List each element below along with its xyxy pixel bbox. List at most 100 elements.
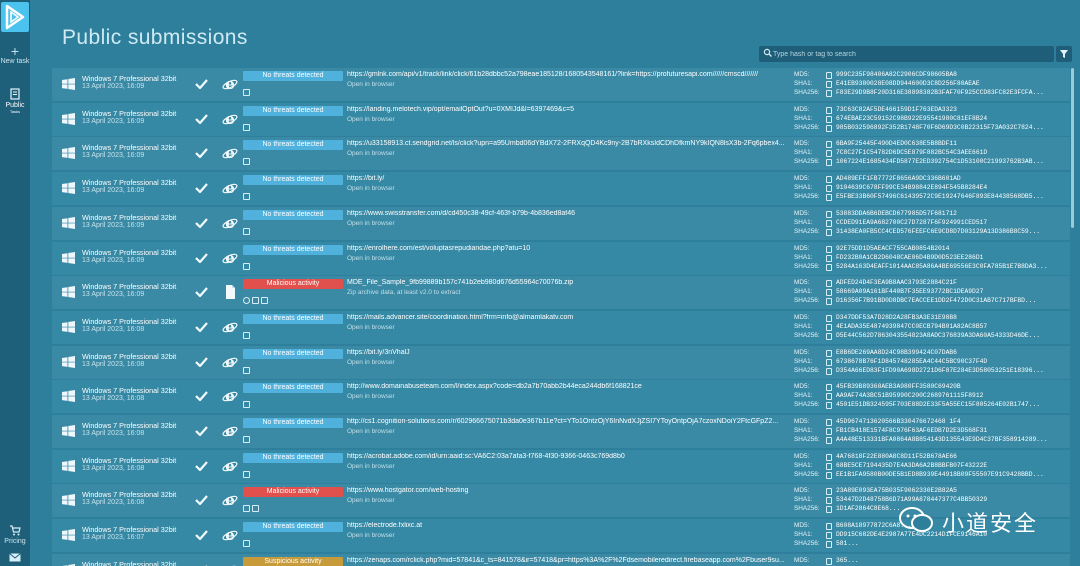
copy-icon[interactable] [826,210,832,218]
submission-target[interactable]: https://www.swisstransfer.com/d/cd450c38… [347,210,787,217]
copy-icon[interactable] [826,90,832,97]
windows-icon [62,320,75,333]
submission-row[interactable]: Windows 7 Professional 32bit13 April 202… [52,137,1070,171]
copy-icon[interactable] [826,332,832,340]
submission-target[interactable]: https://bit.ly/ [347,175,787,182]
copy-icon[interactable] [826,228,832,236]
submission-date: 13 April 2023, 16:08 [82,325,145,333]
submission-target[interactable]: https://bit.ly/3nVhalJ [347,349,787,356]
copy-icon[interactable] [826,194,832,202]
submission-target[interactable]: https://gmlnk.com/api/v1/track/link/clic… [347,71,787,78]
sha1-label: SHA1: [794,496,813,504]
copy-icon[interactable] [826,219,832,227]
submission-target[interactable]: https://u33158913.ct.sendgrid.net/ls/cli… [347,140,787,147]
copy-icon[interactable] [826,402,832,410]
copy-icon[interactable] [826,349,832,357]
submission-target[interactable]: https://landing.melotech.vip/opt/emailOp… [347,106,787,113]
copy-icon[interactable] [826,497,832,505]
sha256-label: SHA256: [794,262,820,270]
plus-icon: + [10,43,20,59]
copy-icon[interactable] [826,384,832,392]
submission-target[interactable]: http://www.domainabuseteam.com/l/index.a… [347,383,787,390]
copy-icon[interactable] [826,532,832,540]
copy-icon[interactable] [826,124,832,132]
copy-icon[interactable] [826,419,832,426]
copy-icon[interactable] [826,150,832,158]
submission-row[interactable]: Windows 7 Professional 32bit13 April 202… [52,553,1070,566]
submission-row[interactable]: Windows 7 Professional 32bit13 April 202… [52,241,1070,275]
copy-icon[interactable] [826,254,832,262]
copy-icon[interactable] [826,280,832,288]
submission-target[interactable]: https://zenaps.com/rclick.php?mid=57841&… [347,557,787,564]
copy-icon[interactable] [826,72,832,79]
submission-target[interactable]: https://acrobat.adobe.com/id/urn:aaid:sc… [347,453,787,460]
sha256-line: SHA256: F83E29D9B8F20D316E38898382B3FAF70… [794,89,1070,98]
submission-row[interactable]: Windows 7 Professional 32bit13 April 202… [52,345,1070,379]
file-icon [226,285,235,300]
sha1-value: 4E1ADA35E4874939847CC0ECB794B01A82AC8B57 [836,322,988,330]
copy-icon[interactable] [826,141,832,149]
copy-icon[interactable] [826,263,832,271]
submission-target[interactable]: https://www.hostgator.com/web-hosting [347,487,787,494]
md5-line: MD5: AD489EFF1FB7772F8656A9DC336B601AD [794,175,1070,184]
copy-icon[interactable] [826,358,832,366]
checkmark-icon [195,113,208,124]
svg-text:e: e [225,180,235,196]
copy-icon[interactable] [826,523,832,531]
copy-icon[interactable] [826,471,832,479]
copy-icon[interactable] [826,115,832,123]
os-label: Windows 7 Professional 32bit [82,525,177,535]
copy-icon[interactable] [826,245,832,253]
submission-target[interactable]: https://electrode.fxlixc.at [347,522,787,529]
copy-icon[interactable] [826,541,832,549]
app-logo[interactable] [1,2,29,32]
copy-icon[interactable] [826,176,832,184]
copy-icon[interactable] [826,437,832,444]
copy-icon[interactable] [826,506,832,514]
submission-row[interactable]: Windows 7 Professional 32bit13 April 202… [52,68,1070,101]
copy-icon[interactable] [826,462,832,470]
list-scrollbar[interactable] [1071,68,1074,228]
submission-row[interactable]: Windows 7 Professional 32bit13 April 202… [52,449,1070,483]
doc-tag-icon [243,366,250,374]
copy-icon[interactable] [826,298,832,306]
submission-row[interactable]: Windows 7 Professional 32bit13 April 202… [52,380,1070,414]
copy-icon[interactable] [826,314,832,322]
submission-row[interactable]: Windows 7 Professional 32bit13 April 202… [52,206,1070,240]
copy-icon[interactable] [826,428,832,435]
submission-target[interactable]: https://mails.advancer.site/coordination… [347,314,787,321]
mail-button[interactable] [0,550,30,564]
submission-row[interactable]: Windows 7 Professional 32bit13 April 202… [52,172,1070,206]
new-task-button[interactable]: + New task [0,44,30,65]
os-label: Windows 7 Professional 32bit [82,178,177,188]
copy-icon[interactable] [826,557,832,565]
sha1-line: SHA1: 7C8C27F1C54782D6DC5E879F882BC54C3AE… [794,149,1070,158]
copy-icon[interactable] [826,81,832,88]
submission-target[interactable]: MDE_File_Sample_9fb99889b157c741b2eb980d… [347,279,787,286]
svg-text:e: e [225,250,235,266]
filter-button[interactable] [1056,46,1072,62]
public-tasks-button[interactable]: Public Tasks [0,88,30,114]
copy-icon[interactable] [826,453,832,461]
copy-icon[interactable] [826,488,832,496]
copy-icon[interactable] [826,106,832,114]
copy-icon[interactable] [826,289,832,297]
copy-icon[interactable] [826,159,832,167]
submission-row[interactable]: Windows 7 Professional 32bit13 April 202… [52,415,1070,448]
target-description: Open in browser [347,497,395,505]
submission-target[interactable]: http://cs1.cognition-solutions.com/r/602… [347,418,787,425]
os-label: Windows 7 Professional 32bit [82,74,177,83]
pricing-button[interactable]: Pricing [0,524,30,545]
submission-target[interactable]: https://enrolhere.com/est/voluptasrepudi… [347,245,787,252]
copy-icon[interactable] [826,323,832,331]
submission-row[interactable]: Windows 7 Professional 32bit13 April 202… [52,102,1070,136]
hash-block: MD5: 6BA9F25445F490D4ED0C638E5B8BDF11 SHA1… [794,140,1070,167]
submission-row[interactable]: Windows 7 Professional 32bit13 April 202… [52,310,1070,344]
copy-icon[interactable] [826,367,832,375]
search-box[interactable] [759,46,1054,62]
doc-tag-icon [243,227,250,235]
copy-icon[interactable] [826,393,832,401]
copy-icon[interactable] [826,185,832,193]
submission-row[interactable]: Windows 7 Professional 32bit13 April 202… [52,276,1070,310]
search-input[interactable] [773,46,1049,62]
